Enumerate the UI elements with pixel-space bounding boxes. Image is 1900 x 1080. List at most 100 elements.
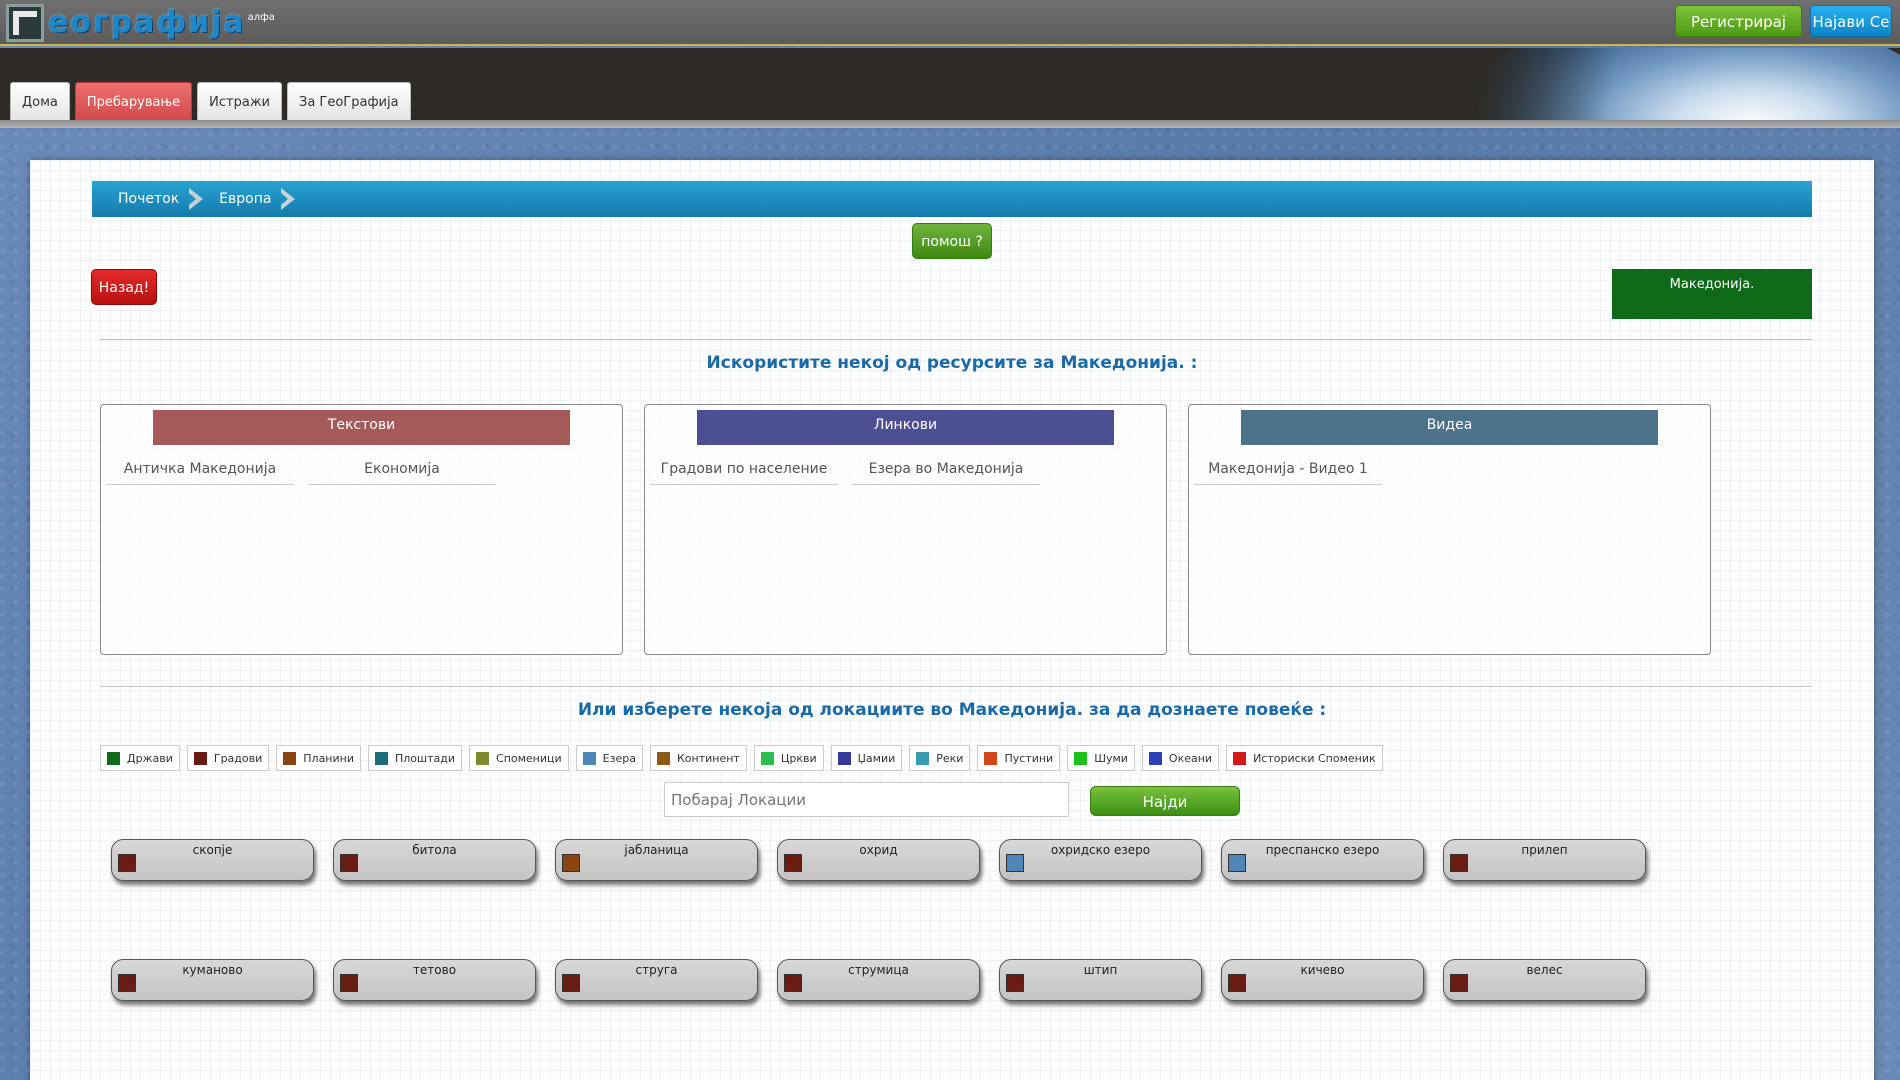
location-card[interactable]: штип [999,959,1202,1001]
location-name: штип [1083,963,1118,977]
location-name: велес [1526,963,1563,977]
location-name: преспанско езеро [1265,843,1380,857]
logo-text: еографија [48,5,246,40]
register-button[interactable]: Регистрирај Се! [1675,5,1802,63]
legend-swatch-icon [476,751,490,765]
login-button[interactable]: Најави Се [1810,5,1892,37]
locations-title: Или изберете некоја од локациите во Маке… [577,700,1327,720]
top-bar: еографија алфа Регистрирај Се! Најави Се [0,0,1900,63]
back-button[interactable]: Назад! [91,269,157,305]
legend-item[interactable]: Споменици [469,745,569,771]
legend-item[interactable]: Цркви [753,745,824,771]
category-swatch-icon [340,854,358,872]
breadcrumb-label[interactable]: Европа [219,191,281,207]
location-name: струмица [848,963,909,977]
location-card[interactable]: куманово [111,959,314,1001]
legend-item[interactable]: Континент [649,745,747,771]
location-card[interactable]: преспанско езеро [1221,839,1424,881]
logo-icon [6,4,44,42]
site-logo[interactable]: еографија алфа [6,4,275,44]
legend-item[interactable]: Џамии [830,745,903,771]
legend-item[interactable]: Реки [909,745,971,771]
location-search-input[interactable] [664,782,1069,817]
legend-swatch-icon [656,751,670,765]
legend-item[interactable]: Градови [186,745,270,771]
legend-label: Шуми [1094,751,1128,765]
help-button[interactable]: помош ? [912,223,992,259]
location-name: скопје [192,843,233,857]
location-card[interactable]: прилеп [1443,839,1646,881]
category-swatch-icon [1228,974,1246,992]
resource-box: Видеа Македонија - Видео 1 [1188,404,1711,655]
category-legend: Држави Градови Планини Плоштади Споменици Езе… [100,745,1383,771]
legend-label: Цркви [780,751,817,765]
location-card[interactable]: јабланица [555,839,758,881]
resource-heading: Текстови [153,410,570,445]
legend-swatch-icon [375,751,388,765]
tab-1[interactable]: Пребарување [74,82,193,120]
legend-item[interactable]: Пустини [977,745,1061,771]
main-panel: Почеток Европа помош ? Назад! Македонија.… [30,160,1874,1080]
nav-tabs: Дома Пребарување Истражи За ГеоГрафија [10,82,411,120]
location-card[interactable]: кичево [1221,959,1424,1001]
nav-divider [0,120,1900,128]
legend-label: Градови [213,751,263,765]
category-swatch-icon [1006,974,1024,992]
resource-heading: Видеа [1241,410,1658,445]
legend-swatch-icon [107,751,120,765]
chevron-right-icon [281,188,297,210]
legend-label: Реки [936,751,964,765]
breadcrumb: Почеток Европа [92,181,1812,217]
location-card[interactable]: струга [555,959,758,1001]
legend-item[interactable]: Шуми [1067,745,1135,771]
resource-link[interactable]: Античка Македонија [106,457,294,485]
category-swatch-icon [784,854,802,872]
legend-swatch-icon [1148,751,1162,765]
breadcrumb-item[interactable]: Европа [219,188,311,210]
location-card[interactable]: охрид [777,839,980,881]
location-card[interactable]: тетово [333,959,536,1001]
location-name: куманово [182,963,243,977]
location-name: струга [635,963,678,977]
tab-0[interactable]: Дома [10,82,70,120]
breadcrumb-item[interactable]: Почеток [118,188,219,210]
category-swatch-icon [1006,854,1024,872]
resource-link[interactable]: Езера во Македонија [852,457,1040,485]
tab-2[interactable]: Истражи [197,82,282,120]
legend-item[interactable]: Океани [1141,745,1220,771]
legend-item[interactable]: Планини [276,745,361,771]
location-name: прилеп [1521,843,1568,857]
category-swatch-icon [1450,974,1468,992]
divider [100,339,1812,340]
legend-swatch-icon [837,751,851,765]
location-card[interactable]: велес [1443,959,1646,1001]
tab-3[interactable]: За ГеоГрафија [286,82,411,120]
location-card[interactable]: охридско езеро [999,839,1202,881]
resource-heading: Линкови [697,410,1114,445]
legend-item[interactable]: Езера [575,745,643,771]
legend-swatch-icon [582,751,596,765]
legend-label: Плоштади [395,751,456,765]
location-card[interactable]: струмица [777,959,980,1001]
resource-link[interactable]: Македонија - Видео 1 [1194,457,1382,485]
resource-link[interactable]: Градови по население [650,457,838,485]
location-card[interactable]: скопје [111,839,314,881]
legend-label: Историски Споменик [1253,751,1376,765]
legend-label: Џамии [857,751,896,765]
category-swatch-icon [1450,854,1468,872]
legend-item[interactable]: Држави [100,745,180,771]
find-button[interactable]: Најди [1090,786,1240,816]
breadcrumb-label[interactable]: Почеток [118,191,189,207]
category-swatch-icon [562,854,580,872]
legend-label: Планини [303,751,354,765]
legend-swatch-icon [283,751,297,765]
legend-item[interactable]: Плоштади [368,745,463,771]
legend-label: Споменици [496,751,562,765]
location-card[interactable]: битола [333,839,536,881]
current-place-box: Македонија. [1612,269,1812,319]
legend-label: Пустини [1004,751,1054,765]
legend-item[interactable]: Историски Споменик [1226,745,1383,771]
legend-label: Езера [602,751,636,765]
resource-link[interactable]: Економија [308,457,496,485]
legend-swatch-icon [760,751,774,765]
